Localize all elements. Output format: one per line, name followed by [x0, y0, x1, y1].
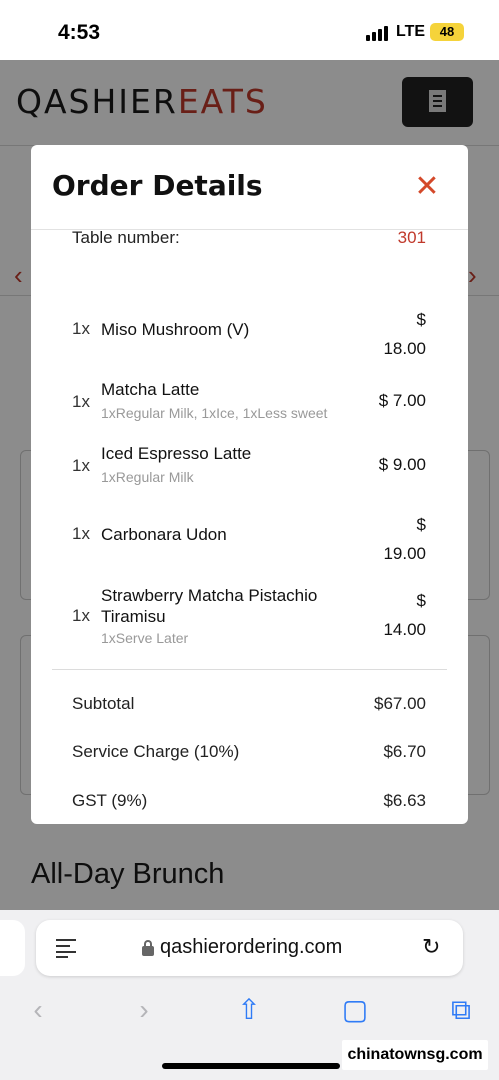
status-bar: 4:53 LTE 48	[0, 0, 499, 60]
item-quantity: 1x	[72, 456, 90, 475]
item-price-amount: 19.00	[383, 544, 426, 563]
service-charge-label: Service Charge (10%)	[72, 742, 240, 761]
url-text[interactable]: qashierordering.com	[160, 936, 342, 959]
share-icon[interactable]: ⇧	[229, 992, 269, 1028]
item-quantity: 1x	[72, 524, 90, 543]
item-name: Iced Espresso Latte	[101, 444, 252, 463]
modal-title: Order Details	[52, 169, 263, 202]
subtotal-value: $67.00	[374, 694, 426, 713]
item-price-currency: $	[416, 591, 426, 610]
table-number-label: Table number:	[72, 228, 180, 247]
subtotal-label: Subtotal	[72, 694, 135, 713]
address-bar[interactable]: qashierordering.com ↻	[36, 920, 463, 976]
reader-mode-icon[interactable]	[56, 939, 76, 958]
close-icon[interactable]: ✕	[409, 170, 445, 206]
item-quantity: 1x	[72, 392, 90, 411]
order-details-modal: Order Details ✕ Table number: 301 1x Mis…	[31, 145, 468, 824]
watermark: chinatownsg.com	[342, 1040, 488, 1070]
service-charge-value: $6.70	[383, 742, 426, 761]
battery-level: 48	[439, 24, 455, 39]
service-charge-row: Service Charge (10%) $6.70	[31, 742, 468, 766]
item-price: $ 9.00	[378, 455, 426, 474]
gst-row: GST (9%) $6.63	[31, 791, 468, 815]
gst-label: GST (9%)	[72, 791, 148, 810]
item-name: Carbonara Udon	[101, 525, 227, 544]
item-quantity: 1x	[72, 319, 90, 338]
network-label: LTE	[396, 23, 426, 40]
subtotal-row: Subtotal $67.00	[31, 694, 468, 718]
item-price: $ 7.00	[378, 391, 426, 410]
back-icon[interactable]: ‹	[18, 992, 58, 1028]
item-price: $ 14.00	[366, 586, 426, 644]
item-modifiers: 1xServe Later	[101, 630, 189, 646]
item-price-currency: $	[416, 515, 426, 534]
item-price-amount: 18.00	[383, 339, 426, 358]
gst-value: $6.63	[383, 791, 426, 810]
reload-icon[interactable]: ↻	[422, 934, 440, 960]
table-number-value: 301	[397, 228, 426, 247]
item-price: $ 18.00	[366, 305, 426, 363]
divider	[52, 669, 447, 670]
item-name: Strawberry Matcha Pistachio Tiramisu	[101, 586, 318, 626]
signal-icon	[366, 25, 390, 41]
bookmarks-icon[interactable]: ▢	[335, 992, 375, 1028]
item-price: $ 19.00	[366, 510, 426, 568]
item-modifiers: 1xRegular Milk	[101, 469, 194, 485]
home-indicator	[162, 1063, 340, 1069]
status-time: 4:53	[58, 21, 101, 44]
battery-icon: 48	[430, 23, 464, 41]
previous-tab-peek[interactable]	[0, 920, 25, 976]
item-quantity: 1x	[72, 606, 90, 625]
tabs-icon[interactable]: ⧉	[441, 992, 481, 1028]
lock-icon	[142, 940, 154, 956]
item-name: Matcha Latte	[101, 380, 200, 399]
item-name: Miso Mushroom (V)	[101, 320, 250, 339]
item-modifiers: 1xRegular Milk, 1xIce, 1xLess sweet	[101, 405, 328, 421]
item-price-amount: 14.00	[383, 620, 426, 639]
forward-icon[interactable]: ›	[124, 992, 164, 1028]
item-price-currency: $	[416, 310, 426, 329]
